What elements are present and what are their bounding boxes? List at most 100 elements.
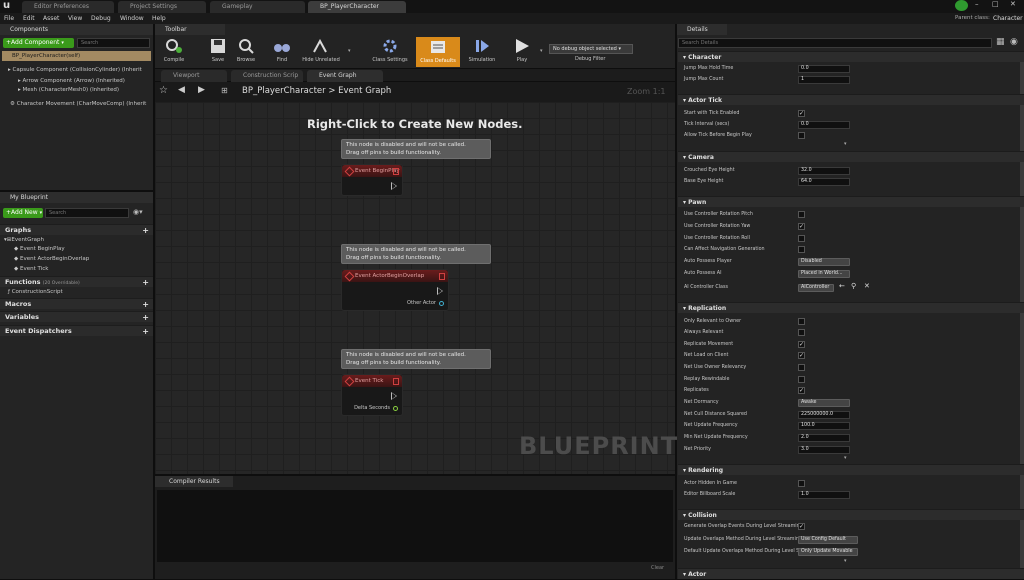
update-overlaps-method-select[interactable]: Use Config Default [798, 535, 858, 544]
menu-file[interactable]: File [4, 13, 14, 24]
event-actor-begin-overlap-item[interactable]: ◆ Event ActorBeginOverlap [14, 255, 89, 264]
net-cull-distance-input[interactable]: 225000000.0 [798, 411, 850, 419]
auto-possess-player-select[interactable]: Disabled [798, 257, 850, 266]
add-dispatcher-icon[interactable]: + [142, 326, 149, 337]
ai-controller-class-select[interactable]: AIController [798, 283, 834, 292]
menu-asset[interactable]: Asset [43, 13, 59, 24]
net-update-frequency-input[interactable]: 100.0 [798, 422, 850, 430]
construction-script-item[interactable]: ƒ ConstructionScript [8, 288, 63, 297]
simulation-button[interactable]: Simulation [460, 36, 504, 66]
expand-advanced-icon[interactable]: ▾ [844, 558, 847, 564]
components-search-input[interactable] [77, 38, 150, 48]
clear-button[interactable]: Clear [651, 565, 664, 571]
use-controller-rotation-yaw-checkbox[interactable]: ✓ [798, 223, 805, 230]
details-section-camera[interactable]: ▾ Camera [678, 151, 1024, 162]
details-section-actor[interactable]: ▾ Actor [678, 568, 1024, 579]
component-mesh[interactable]: ▸ Mesh (CharacterMesh0) (Inherited) [18, 86, 119, 95]
use-controller-rotation-roll-checkbox[interactable] [798, 235, 805, 242]
default-update-overlaps-method-select[interactable]: Only Update Movable [798, 547, 858, 556]
actor-hidden-in-game-checkbox[interactable] [798, 480, 805, 487]
maximize-icon[interactable]: □ [992, 0, 999, 8]
allow-tick-before-begin-play-checkbox[interactable] [798, 132, 805, 139]
breadcrumb-root[interactable]: BP_PlayerCharacter [242, 86, 326, 96]
hide-unrelated-button[interactable]: Hide Unrelated [296, 36, 346, 66]
event-graph-item[interactable]: ▾⊞EventGraph [4, 236, 44, 245]
event-begin-play-item[interactable]: ◆ Event BeginPlay [14, 245, 65, 254]
expand-advanced-icon[interactable]: ▾ [844, 141, 847, 147]
replicates-checkbox[interactable]: ✓ [798, 387, 805, 394]
details-section-actor-tick[interactable]: ▾ Actor Tick [678, 94, 1024, 105]
component-arrow[interactable]: ▸ Arrow Component (Arrow) (Inherited) [18, 77, 125, 86]
component-character-movement[interactable]: ⚙ Character Movement (CharMoveComp) (Inh… [10, 100, 146, 109]
event-actor-begin-overlap-node[interactable]: Event ActorBeginOverlap Other Actor [341, 269, 449, 311]
back-arrow-icon[interactable]: ◀ [178, 85, 185, 95]
can-affect-navigation-checkbox[interactable] [798, 246, 805, 253]
exec-output-pin-icon[interactable] [391, 392, 397, 400]
menu-help[interactable]: Help [152, 13, 166, 24]
browse-button[interactable]: Browse [226, 36, 266, 66]
details-section-character[interactable]: ▾ Character [678, 51, 1024, 62]
compile-button[interactable]: Compile [152, 36, 196, 66]
jump-max-count-input[interactable]: 1 [798, 76, 850, 84]
menu-window[interactable]: Window [120, 13, 144, 24]
event-graph-canvas[interactable]: Right-Click to Create New Nodes. BLUEPRI… [155, 102, 677, 474]
property-matrix-icon[interactable]: ▦ [996, 37, 1005, 47]
clear-x-icon[interactable]: ✕ [864, 282, 870, 290]
tab-editor-preferences[interactable]: Editor Preferences [22, 1, 114, 13]
jump-max-hold-time-input[interactable]: 0.0 [798, 65, 850, 73]
event-tick-item[interactable]: ◆ Event Tick [14, 265, 48, 274]
base-eye-height-input[interactable]: 64.0 [798, 178, 850, 186]
class-defaults-button[interactable]: Class Defaults [416, 37, 460, 67]
menu-view[interactable]: View [68, 13, 82, 24]
forward-arrow-icon[interactable]: ▶ [198, 85, 205, 95]
play-options-dropdown-icon[interactable]: ▾ [540, 48, 543, 54]
start-with-tick-enabled-checkbox[interactable]: ✓ [798, 110, 805, 117]
details-section-rendering[interactable]: ▾ Rendering [678, 464, 1024, 475]
tab-viewport[interactable]: Viewport [161, 70, 227, 82]
event-begin-play-node[interactable]: Event BeginPlay [341, 164, 403, 196]
close-icon[interactable]: ✕ [1010, 0, 1016, 8]
use-controller-rotation-pitch-checkbox[interactable] [798, 211, 805, 218]
debug-object-select[interactable]: No debug object selected ▾ [549, 44, 633, 54]
add-variable-icon[interactable]: + [142, 312, 149, 323]
variables-section[interactable]: Variables + [0, 311, 153, 322]
blueprint-search-input[interactable] [45, 208, 129, 218]
editor-billboard-scale-input[interactable]: 1.0 [798, 491, 850, 499]
always-relevant-checkbox[interactable] [798, 329, 805, 336]
source-control-icon[interactable] [955, 0, 968, 11]
use-selected-arrow-icon[interactable]: ← [839, 282, 845, 290]
net-use-owner-relevancy-checkbox[interactable] [798, 364, 805, 371]
tab-project-settings[interactable]: Project Settings [118, 1, 206, 13]
add-function-icon[interactable]: + [142, 277, 149, 288]
class-settings-button[interactable]: Class Settings [368, 36, 412, 66]
details-section-replication[interactable]: ▾ Replication [678, 302, 1024, 313]
visibility-eye-icon[interactable]: ◉▾ [133, 208, 143, 216]
exec-output-pin-icon[interactable] [391, 182, 397, 190]
hide-unrelated-dropdown-icon[interactable]: ▾ [348, 48, 351, 54]
auto-possess-ai-select[interactable]: Placed in World... [798, 269, 850, 278]
functions-section[interactable]: Functions (20 Overridable) + [0, 276, 153, 287]
breadcrumb-leaf[interactable]: Event Graph [338, 86, 391, 96]
browse-search-icon[interactable]: ⚲ [851, 282, 856, 290]
breadcrumb[interactable]: BP_PlayerCharacter > Event Graph [242, 86, 391, 96]
expand-advanced-icon[interactable]: ▾ [844, 455, 847, 461]
visibility-eye-icon[interactable]: ◉ [1010, 37, 1018, 47]
replicate-movement-checkbox[interactable]: ✓ [798, 341, 805, 348]
exec-output-pin-icon[interactable] [437, 287, 443, 295]
component-capsule[interactable]: ▸ Capsule Component (CollisionCylinder) … [8, 66, 142, 75]
add-new-button[interactable]: +Add New ▾ [3, 208, 43, 218]
tab-event-graph[interactable]: Event Graph [307, 70, 383, 82]
tab-gameplay[interactable]: Gameplay [210, 1, 305, 13]
replay-rewindable-checkbox[interactable] [798, 376, 805, 383]
event-dispatchers-section[interactable]: Event Dispatchers + [0, 325, 153, 336]
bookmark-star-icon[interactable]: ☆ [159, 85, 168, 96]
play-button[interactable]: Play [500, 36, 544, 66]
net-load-on-client-checkbox[interactable]: ✓ [798, 352, 805, 359]
tick-interval-input[interactable]: 0.0 [798, 121, 850, 129]
details-section-pawn[interactable]: ▾ Pawn [678, 196, 1024, 207]
net-dormancy-select[interactable]: Awake [798, 398, 850, 407]
parent-class-value[interactable]: Character [993, 13, 1023, 24]
details-search-input[interactable] [678, 38, 992, 48]
macros-section[interactable]: Macros + [0, 298, 153, 309]
generate-overlap-events-checkbox[interactable]: ✓ [798, 523, 805, 530]
